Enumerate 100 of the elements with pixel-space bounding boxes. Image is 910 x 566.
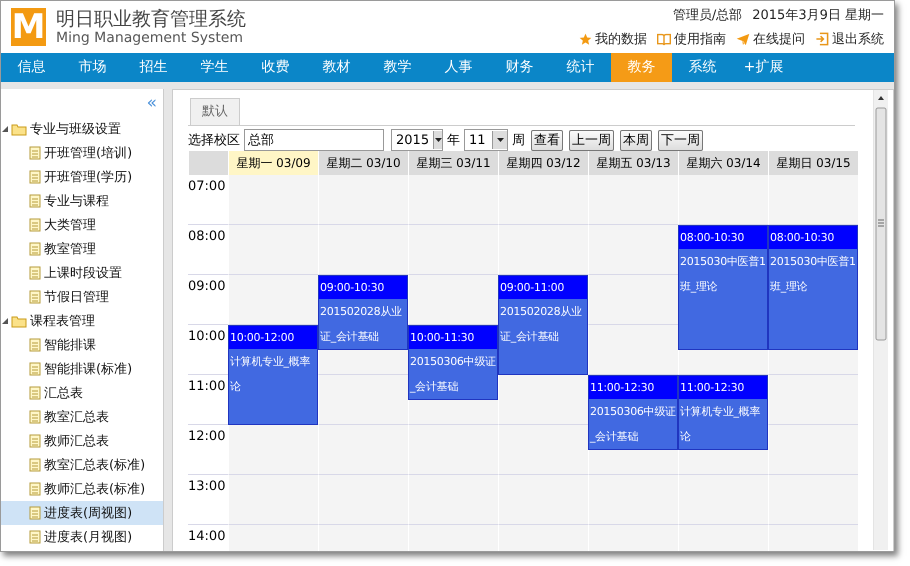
course-event[interactable]: 09:00-11:00 201502028从业证_会计基础 [498,275,588,375]
nav-tab[interactable]: 系统 [672,53,733,82]
folder-icon [11,122,27,136]
nav-tab[interactable]: 学生 [184,53,245,82]
week-button[interactable]: 查看 [531,130,563,150]
course-event[interactable]: 10:00-12:00 计算机专业_概率论 [228,325,318,425]
paper-plane-icon [736,32,750,46]
campus-field[interactable]: 总部 [244,129,384,151]
event-title: 2015030中医普1班_理论 [769,254,857,295]
event-time: 08:00-10:30 [769,226,857,249]
tree-item[interactable]: 智能排课(标准) [1,357,163,381]
week-button[interactable]: 本周 [620,130,652,150]
tree-item[interactable]: 教室汇总表(标准) [1,453,163,477]
date-label: 2015年3月9日 星期一 [752,7,884,24]
tree-group[interactable]: 课程表管理 [1,309,163,333]
user-label: 管理员/总部 [672,7,742,24]
day-header: 星期三 03/11 [408,151,498,175]
event-title: 计算机专业_概率论 [229,354,312,395]
book-icon [657,32,671,46]
event-time: 10:00-12:00 [229,326,317,349]
nav-tab[interactable]: 人事 [428,53,489,82]
scrollbar[interactable] [873,90,888,550]
nav-tab[interactable]: 教学 [367,53,428,82]
dropdown[interactable]: 2015 [391,129,443,151]
event-time: 09:00-11:00 [499,276,587,299]
document-icon [29,170,41,184]
document-icon [29,338,41,352]
document-icon [29,146,41,160]
tree-item[interactable]: 汇总表 [1,381,163,405]
event-title: 2015030中医普1班_理论 [679,254,767,295]
document-icon [29,242,41,256]
tree-item[interactable]: 大类管理 [1,213,163,237]
week-button[interactable]: 上一周 [569,130,614,150]
tree-item[interactable]: 教师汇总表(标准) [1,477,163,501]
document-icon [29,434,41,448]
exit-icon [815,32,829,46]
event-time: 09:00-10:30 [319,276,407,299]
tree-item[interactable]: 教室汇总表 [1,405,163,429]
day-header: 星期四 03/12 [498,151,588,175]
nav-tab[interactable]: 统计 [550,53,611,82]
year-unit: 年 [447,132,460,149]
document-icon [29,410,41,424]
dropdown[interactable]: 11 [464,129,508,151]
logo-icon: M [11,8,46,46]
app-title: 明日职业教育管理系统 [56,8,246,30]
tree-item[interactable]: 开班管理(学历) [1,165,163,189]
event-title: 201502028从业证_会计基础 [499,304,583,345]
tree-item[interactable]: 节假日管理 [1,285,163,309]
dropdown-arrow-icon [496,138,504,142]
week-unit: 周 [512,132,525,149]
nav-tab[interactable]: +扩展 [733,53,794,82]
document-icon [29,290,41,304]
document-icon [29,218,41,232]
nav-tab[interactable]: 招生 [123,53,184,82]
tree-item[interactable]: 专业与课程 [1,189,163,213]
document-icon [29,194,41,208]
course-event[interactable]: 09:00-10:30 201502028从业证_会计基础 [318,275,408,350]
course-event[interactable]: 08:00-10:30 2015030中医普1班_理论 [768,225,858,350]
course-event[interactable]: 11:00-12:30 计算机专业_概率论 [678,375,768,450]
tab[interactable]: 默认 [190,98,240,125]
nav-tab[interactable]: 财务 [489,53,550,82]
event-title: 计算机专业_概率论 [679,404,762,445]
nav-tab[interactable]: 教材 [306,53,367,82]
week-button[interactable]: 下一周 [658,130,703,150]
nav-tab[interactable]: 收费 [245,53,306,82]
header-link[interactable]: 使用指南 [657,30,726,48]
event-title: 20150306中级证_会计基础 [589,404,677,445]
header-link[interactable]: 我的数据 [579,30,647,48]
tree-item[interactable]: 开班管理(培训) [1,141,163,165]
day-header: 星期一 03/09 [228,151,318,175]
tree-item[interactable]: 进度表(月视图) [1,525,163,549]
tree-item[interactable]: 上课时段设置 [1,261,163,285]
nav-tab[interactable]: 信息 [1,53,62,82]
tree-item[interactable]: 教师汇总表 [1,429,163,453]
tree-item[interactable]: 智能排课 [1,333,163,357]
tree-item[interactable]: 教室管理 [1,237,163,261]
event-time: 08:00-10:30 [679,226,767,249]
course-event[interactable]: 11:00-12:30 20150306中级证_会计基础 [588,375,678,450]
tree-group[interactable]: 专业与班级设置 [1,117,163,141]
course-event[interactable]: 10:00-11:30 20150306中级证_会计基础 [408,325,498,400]
day-header: 星期日 03/15 [768,151,858,175]
nav-tab[interactable]: 市场 [62,53,123,82]
event-time: 10:00-11:30 [409,326,497,349]
day-header: 星期五 03/13 [588,151,678,175]
header-link[interactable]: 在线提问 [736,30,805,48]
document-icon [29,458,41,472]
event-title: 201502028从业证_会计基础 [319,304,403,345]
day-header: 星期二 03/10 [318,151,408,175]
document-icon [29,386,41,400]
document-icon [29,362,41,376]
dropdown-arrow-icon [434,138,442,142]
corner-cell [188,151,228,175]
day-header: 星期六 03/14 [678,151,768,175]
event-title: 20150306中级证_会计基础 [409,354,497,395]
header-link[interactable]: 退出系统 [815,30,884,48]
course-event[interactable]: 08:00-10:30 2015030中医普1班_理论 [678,225,768,350]
event-time: 11:00-12:30 [589,376,677,399]
document-icon [29,530,41,544]
event-time: 11:00-12:30 [679,376,767,399]
tree-item[interactable]: 进度表(周视图) [1,501,163,525]
